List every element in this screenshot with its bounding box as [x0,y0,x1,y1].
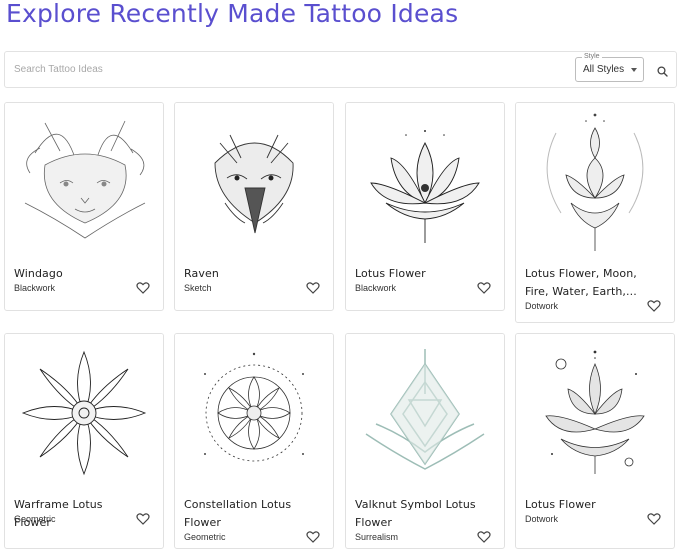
tattoo-card[interactable]: Raven Sketch [174,102,334,311]
search-button[interactable] [651,60,673,82]
tattoo-image-valknut-symbol-lotus-flower[interactable] [346,334,504,492]
favorite-button[interactable] [477,281,491,295]
card-title: Lotus Flower, Moon, Fire, Water, Earth,.… [525,267,637,298]
heart-outline-icon [477,531,491,543]
heart-outline-icon [647,513,661,525]
tattoo-card[interactable]: Constellation Lotus Flower Geometric [174,333,334,549]
tattoo-image-lotus-flower[interactable] [346,103,504,261]
favorite-button[interactable] [647,299,661,313]
style-select-label: Style [582,52,602,62]
favorite-button[interactable] [136,512,150,526]
tattoo-card[interactable]: Windago Blackwork [4,102,164,311]
card-style: Blackwork [355,283,397,293]
card-title: Raven [184,267,219,280]
page-title: Explore Recently Made Tattoo Ideas [6,0,459,28]
tattoo-image-lotus-flower-moon[interactable] [516,103,674,261]
tattoo-image-constellation-lotus-flower[interactable] [175,334,333,492]
heart-outline-icon [477,282,491,294]
style-select-value: All Styles [583,64,625,75]
card-style: Surrealism [355,532,399,542]
tattoo-image-lotus-flower-dotwork[interactable] [516,334,674,492]
tattoo-image-warframe-lotus-flower[interactable] [5,334,163,492]
search-icon [656,65,668,77]
search-input[interactable] [6,53,566,86]
favorite-button[interactable] [306,530,320,544]
favorite-button[interactable] [647,512,661,526]
card-style: Sketch [184,283,212,293]
tattoo-card[interactable]: Warframe Lotus Flower Geometric [4,333,164,549]
tattoo-image-raven[interactable] [175,103,333,261]
card-title: Lotus Flower [525,498,596,511]
style-select[interactable]: Style All Styles [575,52,644,82]
favorite-button[interactable] [136,281,150,295]
tattoo-card[interactable]: Valknut Symbol Lotus Flower Surrealism [345,333,505,549]
card-title: Constellation Lotus Flower [184,498,292,529]
tattoo-card[interactable]: Lotus Flower, Moon, Fire, Water, Earth,.… [515,102,675,323]
heart-outline-icon [647,300,661,312]
card-style: Dotwork [525,514,559,524]
caret-down-icon [631,68,637,72]
card-title: Valknut Symbol Lotus Flower [355,498,476,529]
card-style: Geometric [184,532,226,542]
tattoo-card[interactable]: Lotus Flower Dotwork [515,333,675,549]
heart-outline-icon [136,282,150,294]
tattoo-card[interactable]: Lotus Flower Blackwork [345,102,505,311]
card-style: Geometric [14,514,56,524]
card-style: Dotwork [525,301,559,311]
heart-outline-icon [136,513,150,525]
card-title: Lotus Flower [355,267,426,280]
heart-outline-icon [306,282,320,294]
card-title: Windago [14,267,63,280]
tattoo-image-windago[interactable] [5,103,163,261]
search-bar: Style All Styles [4,51,677,88]
favorite-button[interactable] [477,530,491,544]
card-style: Blackwork [14,283,56,293]
favorite-button[interactable] [306,281,320,295]
heart-outline-icon [306,531,320,543]
